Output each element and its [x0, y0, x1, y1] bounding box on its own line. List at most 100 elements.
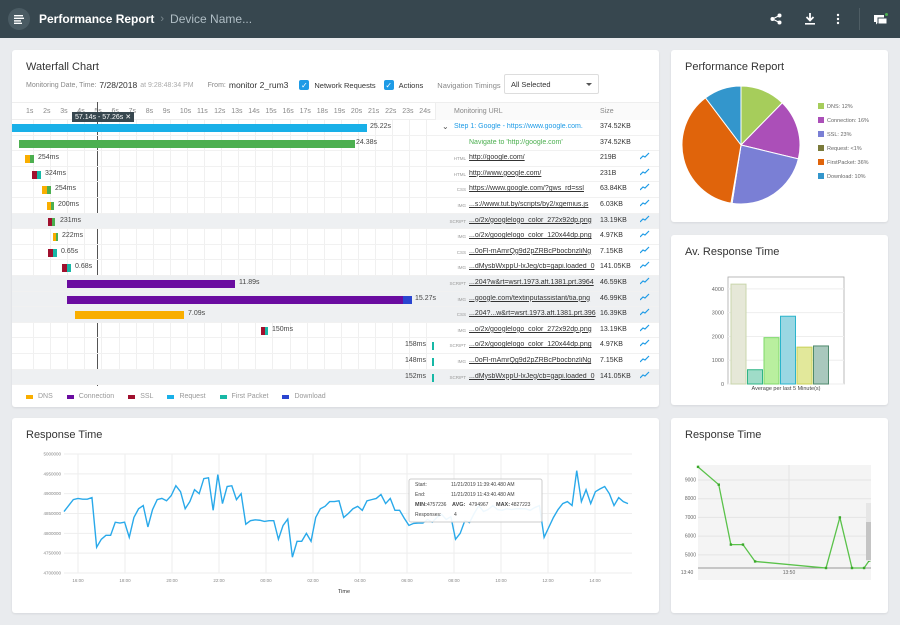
waterfall-bar[interactable] — [47, 202, 54, 210]
waterfall-bar[interactable] — [53, 233, 58, 242]
trend-icon[interactable] — [639, 324, 650, 334]
resource-url[interactable]: ...0oFl-mAmrQg9d2pZRBcPbocbnzliNg — [469, 248, 609, 255]
table-row[interactable]: 231ms SCRIPT ...o/2x/googlelogo_color_272x… — [12, 213, 659, 230]
trend-icon[interactable] — [639, 308, 650, 318]
trend-icon[interactable] — [639, 183, 650, 193]
bar[interactable] — [796, 346, 813, 385]
share-icon[interactable] — [763, 6, 789, 32]
navigation-timings-select[interactable]: All Selected — [504, 74, 599, 94]
table-row[interactable]: 324ms HTML http://www.google.com/231B — [12, 167, 659, 183]
trend-icon[interactable] — [639, 230, 650, 240]
table-row[interactable]: 254ms CSS https://www.google.com/?gws_rd=s… — [12, 182, 659, 198]
trend-icon[interactable] — [639, 261, 650, 271]
resource-url[interactable]: ...204?...w&rt=wsrt.1973.aft.1381.prt.39… — [469, 310, 609, 317]
data-point[interactable] — [696, 465, 700, 469]
resource-url[interactable]: ...dMysbWxppU-lxJeg/cb=gapi.loaded_0 — [469, 263, 609, 270]
bar[interactable] — [780, 315, 796, 385]
trend-icon[interactable] — [639, 339, 650, 349]
chevron-down-icon[interactable]: ⌄ — [442, 122, 449, 131]
legend-item[interactable]: DNS — [26, 393, 53, 400]
resource-url[interactable]: ...o/2x/googlelogo_color_120x44dp.png — [469, 232, 609, 239]
download-icon[interactable] — [797, 6, 823, 32]
table-row[interactable]: 254ms HTML http://google.com/219B — [12, 151, 659, 167]
resource-url[interactable]: ...o/2x/googlelogo_color_120x44dp.png — [469, 341, 609, 348]
trend-icon[interactable] — [639, 199, 650, 209]
table-row[interactable]: 15.27s IMG ...google.com/textinputassistan… — [12, 291, 659, 308]
col-header-url[interactable]: Monitoring URL — [454, 108, 503, 115]
resource-url[interactable]: ...s://www.tut.by/scripts/by2/xgemius.js — [469, 201, 609, 208]
navigate-action[interactable]: Navigate to 'http://google.com' — [469, 139, 609, 146]
legend-item[interactable]: First Packet — [219, 393, 268, 400]
resource-url[interactable]: http://www.google.com/ — [469, 170, 609, 177]
table-row[interactable]: 150ms IMG ...o/2x/googlelogo_color_272x92d… — [12, 323, 659, 339]
data-point[interactable] — [729, 543, 733, 546]
table-row[interactable]: 0.65s CSS ...0oFl-mAmrQg9d2pZRBcPbocbnzliN… — [12, 245, 659, 261]
bar[interactable] — [813, 345, 829, 385]
resource-url[interactable]: ...o/2x/googlelogo_color_272x92dp.png — [469, 217, 609, 224]
step-link[interactable]: Step 1: Google - https://www.google.com. — [454, 123, 604, 130]
table-row[interactable]: 200ms IMG ...s://www.tut.by/scripts/by2/xg… — [12, 198, 659, 214]
waterfall-bar[interactable] — [432, 358, 434, 366]
data-point[interactable] — [862, 566, 866, 570]
legend-item[interactable]: Download — [282, 393, 326, 400]
resource-url[interactable]: ...dMysbWxppU-lxJeg/cb=gapi.loaded_0 — [469, 373, 609, 380]
data-point[interactable] — [850, 566, 854, 570]
trend-icon[interactable] — [639, 355, 650, 365]
bar[interactable] — [763, 337, 780, 385]
network-requests-checkbox[interactable]: ✓ — [299, 80, 310, 90]
trend-icon[interactable] — [639, 152, 650, 162]
actions-checkbox[interactable]: ✓ — [383, 80, 394, 90]
waterfall-bar[interactable] — [67, 295, 412, 304]
waterfall-bar[interactable] — [67, 280, 235, 288]
table-row[interactable]: 25.22s Step 1: Google - https://www.googl… — [12, 120, 659, 136]
waterfall-bar[interactable] — [432, 342, 434, 351]
chat-icon[interactable] — [868, 6, 894, 32]
waterfall-bar[interactable] — [48, 248, 57, 257]
legend-item[interactable]: Request — [167, 393, 206, 400]
more-vert-icon[interactable] — [825, 6, 851, 32]
resource-url[interactable]: ...o/2x/googlelogo_color_272x92dp.png — [469, 326, 609, 333]
trend-icon[interactable] — [639, 246, 650, 256]
resource-url[interactable]: ...google.com/textinputassistant/tia.png — [469, 295, 609, 302]
resource-url[interactable]: ...204?w&rt=wsrt.1973.aft.1381.prt.3964 — [469, 279, 609, 286]
resource-url[interactable]: http://google.com/ — [469, 154, 609, 161]
waterfall-bar[interactable] — [42, 186, 51, 195]
data-point[interactable] — [741, 543, 745, 546]
resource-url[interactable]: https://www.google.com/?gws_rd=ssl — [469, 185, 609, 192]
waterfall-bar[interactable] — [25, 155, 34, 164]
waterfall-bar[interactable] — [48, 217, 55, 226]
resource-url[interactable]: ...0oFl-mAmrQg9d2pZRBcPbocbnzliNg — [469, 357, 609, 364]
table-row[interactable]: 158ms SCRIPT ...o/2x/googlelogo_color_120x… — [12, 338, 659, 354]
trend-icon[interactable] — [639, 277, 650, 287]
table-row[interactable]: 148ms IMG ...0oFl-mAmrQg9d2pZRBcPbocbnzliN… — [12, 354, 659, 370]
bar[interactable] — [747, 369, 763, 385]
menu-button[interactable] — [8, 8, 30, 30]
bar[interactable] — [730, 283, 747, 385]
waterfall-bar[interactable] — [62, 264, 71, 273]
data-point[interactable] — [838, 516, 842, 519]
legend-item[interactable]: Connection — [66, 393, 114, 400]
table-row[interactable]: 11.89s SCRIPT ...204?w&rt=wsrt.1973.aft.13… — [12, 276, 659, 292]
data-point[interactable] — [717, 483, 720, 486]
table-row[interactable]: 0.68s IMG ...dMysbWxppU-lxJeg/cb=gapi.load… — [12, 260, 659, 276]
waterfall-bar[interactable] — [12, 124, 367, 132]
legend-item[interactable]: SSL — [128, 393, 153, 400]
trend-icon[interactable] — [639, 168, 650, 178]
table-row[interactable]: 152ms SCRIPT ...dMysbWxppU-lxJeg/cb=gapi.l… — [12, 369, 659, 386]
table-row[interactable]: 24.38s Navigate to 'http://google.com' 374… — [12, 136, 659, 152]
scrollbar-thumb[interactable] — [866, 522, 871, 560]
trend-icon[interactable] — [639, 293, 650, 303]
data-point[interactable] — [753, 560, 757, 563]
waterfall-bar[interactable] — [75, 311, 184, 320]
trend-icon[interactable] — [639, 371, 650, 381]
waterfall-bar[interactable] — [19, 139, 355, 148]
waterfall-bar[interactable] — [432, 373, 434, 382]
data-point[interactable] — [824, 566, 828, 570]
table-row[interactable]: 7.09s CSS ...204?...w&rt=wsrt.1973.aft.138… — [12, 307, 659, 323]
waterfall-bar[interactable] — [261, 326, 268, 335]
waterfall-bar[interactable] — [32, 170, 41, 179]
trend-icon[interactable] — [639, 215, 650, 225]
breadcrumb-device[interactable]: Device Name... — [170, 12, 252, 26]
table-row[interactable]: 222ms IMG ...o/2x/googlelogo_color_120x44d… — [12, 229, 659, 245]
col-header-size[interactable]: Size — [600, 108, 614, 115]
